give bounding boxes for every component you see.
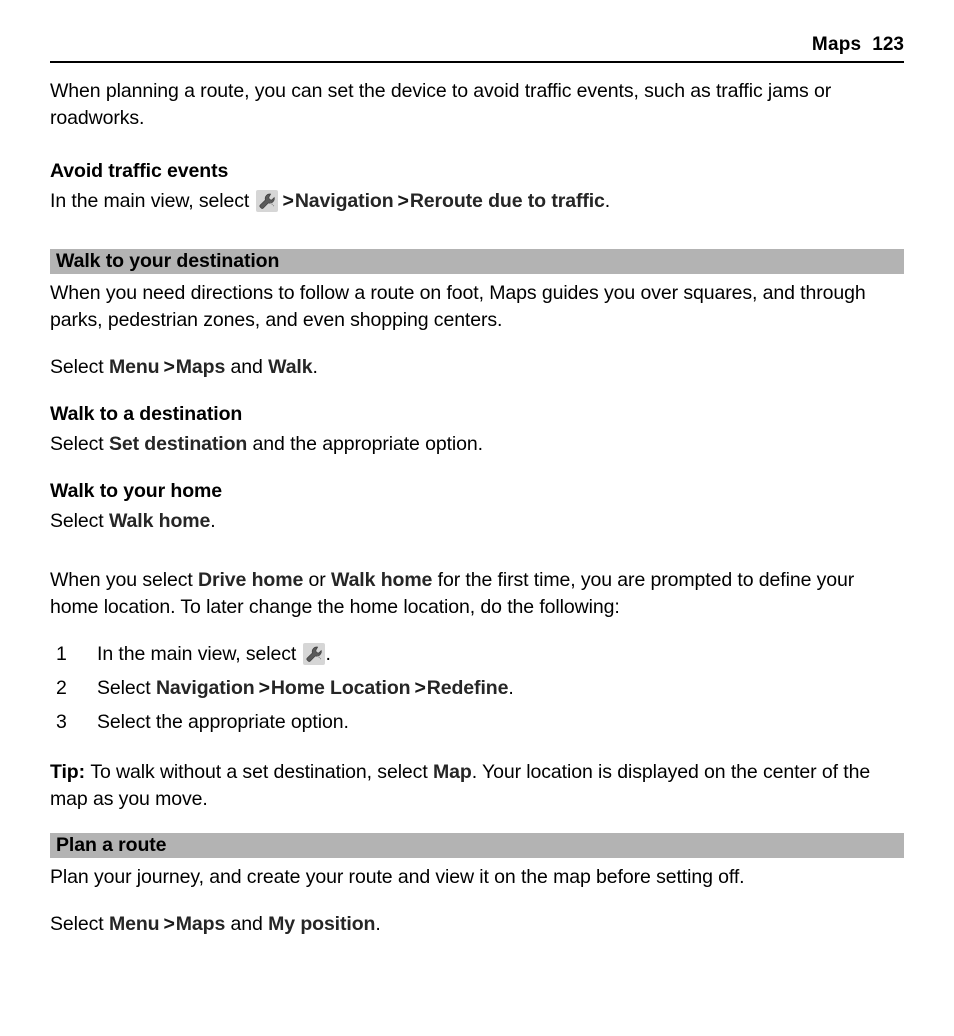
subheading-walk-to-a-destination: Walk to a destination (50, 403, 243, 425)
menu-arrow-1: > (282, 190, 294, 212)
tip-text-before-term: To walk without a set destination, selec… (90, 761, 428, 783)
instruction-prefix: In the main view, select (50, 190, 250, 212)
ui-term-drive-home: Drive home (197, 569, 304, 591)
section-bar-title: Plan a route (56, 834, 167, 856)
menu-arrow-2: > (397, 190, 409, 212)
wrench-icon[interactable] (255, 190, 278, 212)
ui-term-redefine: Redefine (426, 677, 509, 699)
subheading-avoid-traffic-events: Avoid traffic events (50, 160, 229, 182)
avoid-traffic-instruction: In the main view, select >Navigation >Rer… (50, 188, 904, 215)
header-page-number: 123 (872, 34, 904, 55)
select-prefix: Select (50, 510, 104, 532)
subheading-walk-to-your-home: Walk to your home (50, 480, 223, 502)
sentence-period: . (604, 190, 611, 212)
tip-label: Tip: (50, 761, 85, 783)
ui-term-my-position: My position (268, 913, 376, 935)
menu-arrow: > (163, 356, 175, 378)
ui-term-menu: Menu (108, 356, 160, 378)
menu-arrow-1: > (258, 677, 270, 699)
running-header: Maps 123 (50, 34, 904, 56)
step-number: 2 (56, 677, 67, 699)
ui-term-maps: Maps (175, 356, 226, 378)
menu-arrow-2: > (414, 677, 426, 699)
step-number: 1 (56, 643, 67, 665)
document-page: Maps 123 When planning a route, you can s… (0, 0, 954, 1036)
step-text-before-icon: In the main view, select (97, 643, 297, 665)
plan-section-paragraph: Plan your journey, and create your route… (50, 866, 745, 888)
plan-select-instruction: Select Menu >Maps and My position. (50, 911, 904, 938)
header-divider (50, 61, 904, 63)
home-location-paragraph: When you select Drive home or Walk home … (50, 567, 904, 621)
walk-to-your-home-instruction: Select Walk home. (50, 508, 904, 535)
ui-term-navigation: Navigation (155, 677, 255, 699)
list-item: 1 In the main view, select . (50, 641, 904, 668)
step-number: 3 (56, 711, 67, 733)
numbered-steps-list: 1 In the main view, select . 2 Select Navi… (50, 641, 904, 736)
ui-term-walk-home: Walk home (330, 569, 433, 591)
tip-paragraph: Tip: To walk without a set destination, … (50, 759, 904, 813)
section-bar-walk-to-your-destination: Walk to your destination (50, 249, 904, 274)
section-bar-plan-a-route: Plan a route (50, 833, 904, 858)
ui-term-maps: Maps (175, 913, 226, 935)
ui-term-walk: Walk (268, 356, 313, 378)
sentence-period: . (508, 677, 514, 699)
select-conjunction: and (230, 913, 263, 935)
list-item: 2 Select Navigation >Home Location >Redefin… (50, 675, 904, 702)
header-chapter-title: Maps (811, 34, 862, 55)
select-prefix: Select (50, 913, 104, 935)
ui-term-reroute-due-to-traffic: Reroute due to traffic (409, 190, 605, 212)
list-item: 3 Select the appropriate option. (50, 709, 904, 736)
walk-to-a-destination-instruction: Select Set destination and the appropria… (50, 431, 904, 458)
page-content: When planning a route, you can set the d… (50, 78, 904, 938)
ui-term-set-destination: Set destination (108, 433, 248, 455)
select-prefix: Select (50, 356, 104, 378)
ui-term-menu: Menu (108, 913, 160, 935)
sentence-period: . (312, 356, 318, 378)
walk-section-paragraph: When you need directions to follow a rou… (50, 282, 866, 331)
home-paragraph-part-1: When you select (50, 569, 193, 591)
ui-term-map: Map (432, 761, 472, 783)
menu-arrow: > (163, 913, 175, 935)
home-paragraph-part-2: or (308, 569, 326, 591)
section-bar-title: Walk to your destination (56, 250, 280, 272)
select-prefix: Select (97, 677, 151, 699)
select-conjunction: and (230, 356, 263, 378)
ui-term-navigation: Navigation (294, 190, 394, 212)
wrench-icon[interactable] (302, 643, 325, 665)
walk-select-instruction: Select Menu >Maps and Walk. (50, 354, 904, 381)
instruction-suffix: and the appropriate option. (252, 433, 484, 455)
step-text-after-icon: . (325, 643, 331, 665)
intro-paragraph: When planning a route, you can set the d… (50, 80, 832, 129)
select-prefix: Select (50, 433, 104, 455)
sentence-period: . (210, 510, 216, 532)
step-text: Select the appropriate option. (97, 711, 349, 733)
ui-term-home-location: Home Location (270, 677, 411, 699)
sentence-period: . (375, 913, 381, 935)
ui-term-walk-home: Walk home (108, 510, 211, 532)
